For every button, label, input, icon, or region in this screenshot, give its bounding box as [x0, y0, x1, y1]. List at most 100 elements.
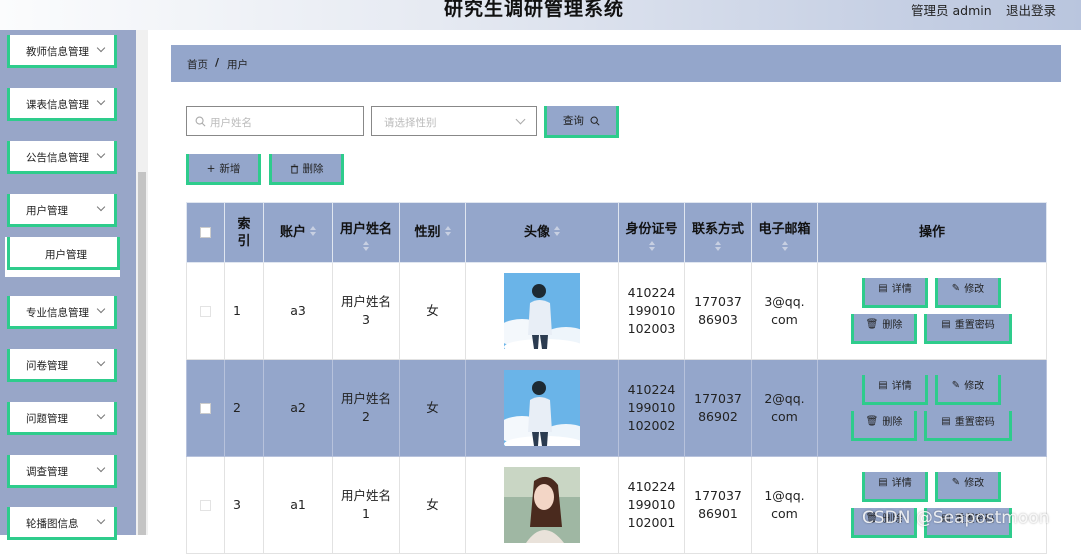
sort-icon[interactable] — [781, 240, 788, 251]
sidebar-item-label: 调查管理 — [26, 466, 68, 478]
cell-index: 3 — [224, 456, 264, 554]
detail-button-label: 详情 — [891, 381, 912, 392]
cell-id-card: 410224199010102001 — [618, 456, 685, 554]
column-header-phone[interactable]: 联系方式 — [684, 202, 752, 263]
sidebar-item-notice[interactable]: 公告信息管理 — [7, 141, 117, 174]
edit-button-label: 修改 — [964, 381, 985, 392]
document-icon: ▤ — [878, 380, 888, 391]
add-button[interactable]: + 新增 — [186, 154, 261, 185]
column-header-name[interactable]: 用户姓名 — [332, 202, 400, 263]
sidebar-item-major[interactable]: 专业信息管理 — [7, 296, 117, 329]
detail-button[interactable]: ▤ 详情 — [862, 375, 928, 405]
table-row: 3 a1 用户姓名1 女 410224199010102001 17703786… — [186, 456, 1047, 554]
delete-button[interactable]: 🗑 删除 — [851, 411, 917, 441]
cell-name-text: 用户姓名3 — [340, 294, 391, 327]
cell-id-card-text: 410224199010102002 — [627, 382, 676, 433]
batch-delete-label: 删除 — [302, 163, 324, 175]
sort-icon[interactable] — [554, 225, 560, 236]
avatar-image[interactable] — [504, 467, 580, 543]
chevron-down-icon — [96, 202, 106, 212]
sidebar-item-schedule[interactable]: 课表信息管理 — [7, 88, 117, 121]
edit-button-label: 修改 — [964, 478, 985, 489]
search-icon — [195, 116, 206, 127]
sidebar-item-label: 公告信息管理 — [26, 152, 89, 164]
cell-name: 用户姓名3 — [332, 262, 400, 360]
select-all-cell — [186, 202, 225, 263]
column-header-ops: 操作 — [817, 202, 1047, 263]
cell-id-card: 410224199010102003 — [618, 262, 685, 360]
row-checkbox[interactable] — [200, 403, 211, 414]
sidebar-item-label: 问卷管理 — [26, 360, 68, 372]
sidebar-subitem-users[interactable]: 用户管理 — [5, 237, 120, 277]
delete-button[interactable]: 🗑 删除 — [851, 314, 917, 344]
edit-button[interactable]: ✎ 修改 — [935, 278, 1001, 308]
detail-button[interactable]: ▤ 详情 — [862, 472, 928, 502]
column-header-id-card[interactable]: 身份证号 — [618, 202, 685, 263]
avatar-image[interactable] — [504, 273, 580, 349]
watermark: CSDN @Seapostmoon — [862, 508, 1050, 528]
cell-email: 1@qq.com — [751, 456, 818, 554]
row-checkbox[interactable] — [200, 500, 211, 511]
table-row: 1 a3 用户姓名3 女 410224199010102003 17703786… — [186, 262, 1047, 360]
breadcrumb-home[interactable]: 首页 — [187, 57, 208, 72]
column-header-account[interactable]: 账户 — [263, 202, 333, 263]
edit-button[interactable]: ✎ 修改 — [935, 472, 1001, 502]
batch-delete-button[interactable]: 删除 — [269, 154, 344, 185]
cell-name-text: 用户姓名1 — [340, 488, 391, 521]
reset-password-button[interactable]: ▤ 重置密码 — [924, 314, 1012, 344]
cell-phone: 17703786901 — [684, 456, 752, 554]
column-header-label: 身份证号 — [625, 221, 678, 237]
sidebar-item-questionnaire[interactable]: 问卷管理 — [7, 349, 117, 382]
row-checkbox[interactable] — [200, 306, 211, 317]
column-header-index[interactable]: 索引 — [224, 202, 264, 263]
sort-icon[interactable] — [648, 240, 655, 251]
sidebar-subitem-label: 用户管理 — [45, 249, 87, 261]
user-table: 索引 账户 用户姓名 性别 头像 身份证号 联系方式 电子邮箱 操作 1 a3 … — [186, 202, 1047, 554]
column-header-label: 账户 — [279, 225, 306, 240]
reset-password-button[interactable]: ▤ 重置密码 — [924, 411, 1012, 441]
sort-icon[interactable] — [444, 225, 451, 236]
column-header-gender[interactable]: 性别 — [399, 202, 466, 263]
column-header-label: 头像 — [523, 225, 550, 240]
sidebar-item-label: 专业信息管理 — [26, 307, 89, 319]
sidebar-scrollbar-thumb[interactable] — [138, 172, 146, 535]
chevron-down-icon — [96, 304, 106, 314]
avatar-image[interactable] — [504, 370, 580, 446]
cell-index: 1 — [224, 262, 264, 360]
query-button[interactable]: 查询 — [544, 106, 619, 138]
sort-icon[interactable] — [310, 225, 316, 236]
sidebar-item-question[interactable]: 问题管理 — [7, 402, 117, 435]
column-header-label: 用户姓名 — [339, 221, 392, 237]
sort-icon[interactable] — [363, 240, 369, 251]
sidebar-item-teacher[interactable]: 教师信息管理 — [7, 35, 117, 68]
logout-link[interactable]: 退出登录 — [1006, 0, 1056, 19]
cell-avatar — [465, 262, 619, 360]
column-header-email[interactable]: 电子邮箱 — [751, 202, 818, 263]
sidebar-item-survey[interactable]: 调查管理 — [7, 455, 117, 488]
cell-phone: 17703786902 — [684, 359, 752, 457]
cell-ops: ▤ 详情 ✎ 修改 🗑 删除 ▤ 重置密码 — [817, 262, 1047, 360]
name-search-placeholder: 用户姓名 — [210, 117, 252, 129]
sidebar-item-label: 用户管理 — [26, 205, 68, 217]
select-all-checkbox[interactable] — [200, 227, 211, 238]
sidebar-item-label: 课表信息管理 — [26, 99, 89, 111]
name-search-input[interactable]: 用户姓名 — [186, 106, 364, 136]
chevron-down-icon — [96, 43, 106, 53]
cell-account: a1 — [263, 456, 333, 554]
sort-icon[interactable] — [715, 240, 721, 251]
edit-button[interactable]: ✎ 修改 — [935, 375, 1001, 405]
cell-avatar — [465, 359, 619, 457]
sidebar-item-carousel[interactable]: 轮播图信息 — [7, 507, 117, 540]
chevron-down-icon — [96, 410, 106, 420]
gender-select[interactable]: 请选择性别 — [371, 106, 537, 136]
sidebar-subitem-box: 用户管理 — [7, 237, 120, 270]
pencil-icon: ✎ — [951, 477, 961, 488]
cell-phone: 17703786903 — [684, 262, 752, 360]
cell-email-text: 1@qq.com — [764, 488, 805, 521]
sidebar-item-users[interactable]: 用户管理 — [7, 194, 117, 227]
breadcrumb-current: 用户 — [227, 59, 248, 71]
pencil-icon: ✎ — [951, 380, 961, 391]
detail-button[interactable]: ▤ 详情 — [862, 278, 928, 308]
trash-icon: 🗑 — [865, 416, 879, 427]
column-header-avatar[interactable]: 头像 — [465, 202, 619, 263]
